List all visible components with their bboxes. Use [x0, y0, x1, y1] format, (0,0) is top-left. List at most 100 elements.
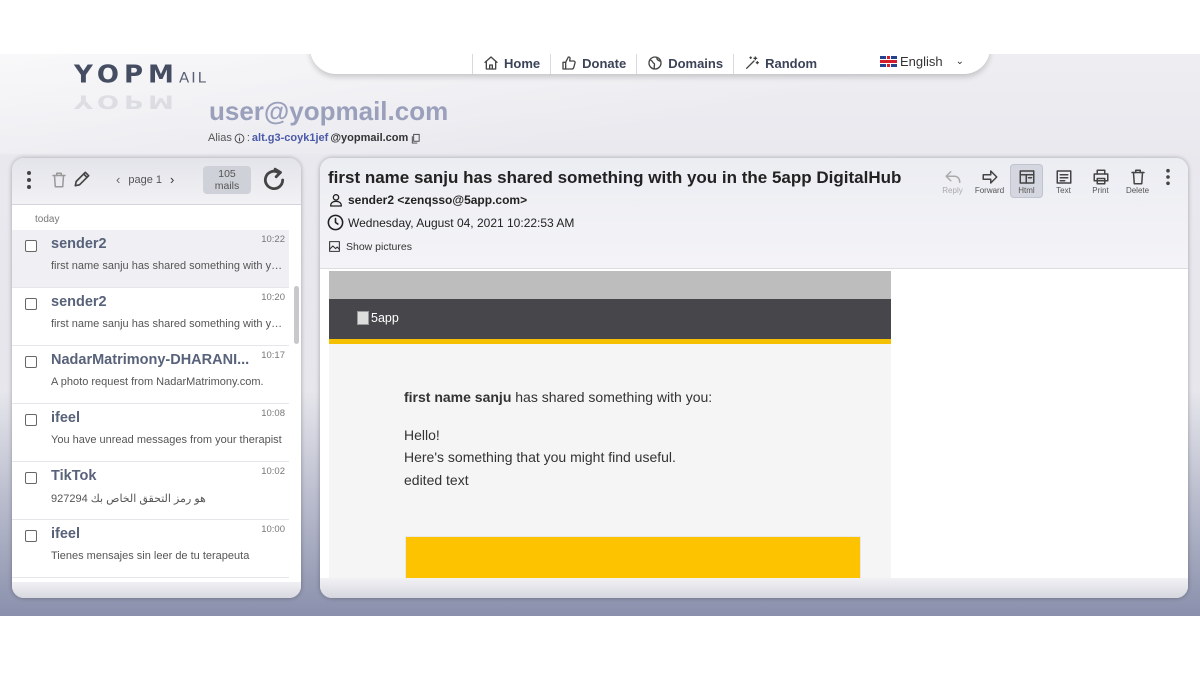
- mail-sender: ifeel: [51, 410, 81, 426]
- compose-button[interactable]: [72, 169, 92, 189]
- mail-time: 10:00: [261, 524, 285, 535]
- magic-wand-icon: [746, 56, 760, 69]
- next-page-icon[interactable]: ›: [170, 172, 174, 187]
- show-pictures-link[interactable]: Show pictures: [328, 240, 412, 253]
- mail-item[interactable]: ifeel 10:00 Tienes mensajes sin leer de …: [12, 520, 289, 578]
- forward-button[interactable]: Forward: [973, 164, 1006, 198]
- message-panel: first name sanju has shared something wi…: [320, 158, 1188, 598]
- body-line-edited: edited text: [404, 471, 469, 488]
- copy-icon[interactable]: [410, 133, 421, 144]
- delete-selected-button[interactable]: [50, 170, 68, 190]
- mail-item[interactable]: TikTok 10:02 927294 هو رمز التحقق الخاص …: [12, 462, 289, 520]
- mail-list: today sender2 10:22 first name sanju has…: [12, 214, 301, 578]
- pencil-icon: [74, 171, 90, 187]
- share-line: first name sanju has shared something wi…: [404, 386, 712, 409]
- user-icon: [330, 194, 342, 207]
- logo-reflection: YOPM: [74, 90, 179, 112]
- mail-checkbox[interactable]: [25, 472, 37, 484]
- mail-checkbox[interactable]: [25, 240, 37, 252]
- nav-domains-label: Domains: [668, 55, 724, 71]
- mail-item[interactable]: ifeel 10:08 You have unread messages fro…: [12, 404, 289, 462]
- html-view-button[interactable]: Html: [1010, 164, 1043, 198]
- image-icon: [329, 241, 340, 252]
- clock-icon: [327, 214, 344, 231]
- uk-flag-icon: [880, 56, 897, 67]
- delete-button[interactable]: Delete: [1121, 164, 1154, 198]
- inbox-footer: [12, 582, 301, 598]
- home-icon: [484, 56, 498, 70]
- message-subject: first name sanju has shared something wi…: [328, 168, 902, 187]
- email-text: first name sanju has shared something wi…: [404, 386, 712, 491]
- message-from-text: sender2 <zenqsso@5app.com>: [348, 193, 528, 207]
- nav-random-label: Random: [765, 55, 818, 71]
- html-view-icon: [1019, 170, 1034, 184]
- alias-separator: :: [246, 132, 250, 144]
- broken-image: 5app: [357, 311, 399, 325]
- html-label: Html: [1018, 186, 1035, 195]
- mail-count-badge: 105 mails: [203, 166, 251, 194]
- forward-icon: [982, 170, 997, 184]
- mail-item[interactable]: sender2 10:20 first name sanju has share…: [12, 288, 289, 346]
- show-pictures-label: Show pictures: [346, 240, 412, 253]
- mail-item[interactable]: sender2 10:22 first name sanju has share…: [12, 230, 289, 288]
- mail-sender: ifeel: [51, 526, 81, 542]
- inbox-toolbar: ‹ page 1 › 105 mails: [12, 158, 301, 205]
- refresh-button[interactable]: [261, 167, 287, 193]
- mail-time: 10:02: [261, 466, 285, 477]
- mail-sender: sender2: [51, 236, 107, 252]
- reply-label: Reply: [942, 186, 963, 195]
- prev-page-icon[interactable]: ‹: [116, 172, 120, 187]
- mail-time: 10:08: [261, 408, 285, 419]
- text-view-button[interactable]: Text: [1047, 164, 1080, 198]
- message-body: 5app first name sanju has shared somethi…: [320, 268, 1188, 579]
- mail-subject: A photo request from NadarMatrimony.com.: [51, 376, 264, 388]
- mail-checkbox[interactable]: [25, 356, 37, 368]
- mail-item[interactable]: NadarMatrimony-DHARANI... 10:17 A photo …: [12, 346, 289, 404]
- message-from: sender2 <zenqsso@5app.com>: [328, 192, 527, 208]
- thumbs-up-icon: [562, 56, 576, 70]
- shared-text: has shared something with you:: [515, 389, 713, 405]
- language-label: English: [900, 54, 943, 69]
- mail-subject: 927294 هو رمز التحقق الخاص بك: [51, 493, 206, 505]
- text-view-icon: [1056, 170, 1071, 184]
- message-more-button[interactable]: [1158, 164, 1178, 198]
- email-top-bar: [329, 271, 891, 299]
- print-button[interactable]: Print: [1084, 164, 1117, 198]
- vertical-dots-icon: [1166, 168, 1170, 186]
- message-date-text: Wednesday, August 04, 2021 10:22:53 AM: [348, 215, 575, 230]
- vertical-dots-icon: [27, 171, 31, 189]
- body-line: Here's something that you might find use…: [404, 449, 676, 465]
- mail-list-scrollbar[interactable]: [294, 286, 299, 344]
- message-date: Wednesday, August 04, 2021 10:22:53 AM: [326, 213, 574, 232]
- mail-checkbox[interactable]: [25, 298, 37, 310]
- language-select[interactable]: English ⌄: [880, 54, 964, 69]
- alias-value[interactable]: alt.g3-coyk1jef: [252, 132, 328, 144]
- top-nav: Home Donate Domains Random English ⌄: [310, 54, 990, 74]
- info-icon[interactable]: [234, 133, 245, 144]
- globe-icon: [648, 56, 662, 70]
- mail-sender: TikTok: [51, 468, 97, 484]
- mail-subject: first name sanju has shared something wi…: [51, 318, 285, 330]
- sharer-name: first name sanju: [404, 389, 512, 405]
- nav-random[interactable]: Random: [733, 54, 827, 74]
- nav-home-label: Home: [504, 55, 541, 71]
- mail-count-label: mails: [214, 180, 240, 192]
- chevron-down-icon: ⌄: [955, 56, 965, 67]
- nav-donate[interactable]: Donate: [550, 54, 636, 74]
- inbox-address: user@yopmail.com: [209, 96, 449, 126]
- mail-time: 10:22: [261, 234, 285, 245]
- nav-home[interactable]: Home: [472, 54, 550, 74]
- print-label: Print: [1092, 186, 1109, 195]
- nav-domains[interactable]: Domains: [636, 54, 733, 74]
- text-label: Text: [1056, 186, 1071, 195]
- refresh-icon: [263, 167, 285, 190]
- reply-button[interactable]: Reply: [936, 164, 969, 198]
- email-cta-block[interactable]: [405, 536, 861, 579]
- mail-checkbox[interactable]: [25, 414, 37, 426]
- mail-subject: Tienes mensajes sin leer de tu terapeuta: [51, 550, 250, 562]
- more-menu-button[interactable]: [26, 170, 32, 190]
- mail-checkbox[interactable]: [25, 530, 37, 542]
- delete-label: Delete: [1125, 186, 1150, 195]
- mail-time: 10:17: [261, 350, 285, 361]
- reply-icon: [945, 171, 960, 183]
